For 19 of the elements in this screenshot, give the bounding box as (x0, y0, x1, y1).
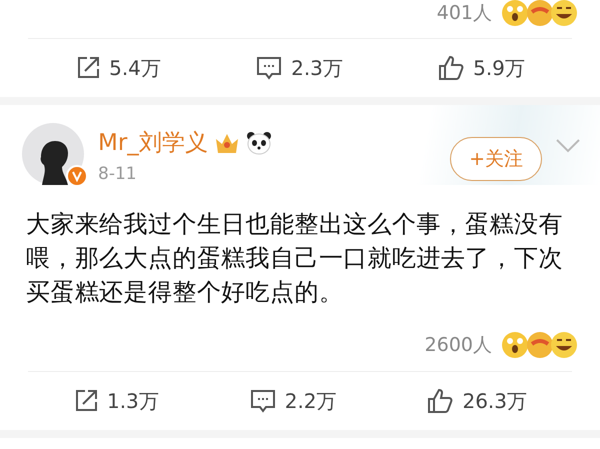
reaction-count: 2600人 (424, 333, 492, 358)
like-button[interactable]: 5.9万 (433, 50, 529, 86)
post-date: 8-11 (98, 164, 138, 184)
comment-icon (248, 388, 277, 414)
comment-icon (255, 55, 284, 81)
reaction-count: 401人 (436, 1, 492, 26)
share-icon (75, 55, 102, 81)
repost-button[interactable]: 5.4万 (71, 50, 165, 86)
panda-icon (246, 130, 272, 154)
thumbs-up-icon (437, 54, 466, 82)
repost-button[interactable]: 1.3万 (68, 384, 163, 418)
comment-button[interactable]: 2.3万 (251, 50, 347, 86)
comment-button[interactable]: 2.2万 (244, 384, 341, 418)
avatar[interactable] (22, 123, 84, 185)
reaction-emojis-icon (500, 330, 580, 360)
reaction-emojis-icon (500, 0, 580, 28)
post-text: 大家来给我过个生日也能整出这么个事，蛋糕没有喂，那么大点的蛋糕我自己一口就吃进去了，下次买蛋糕还是得整个好吃点的。 (26, 209, 564, 308)
like-button[interactable]: 26.3万 (422, 383, 531, 419)
thumbs-up-icon (426, 387, 454, 415)
